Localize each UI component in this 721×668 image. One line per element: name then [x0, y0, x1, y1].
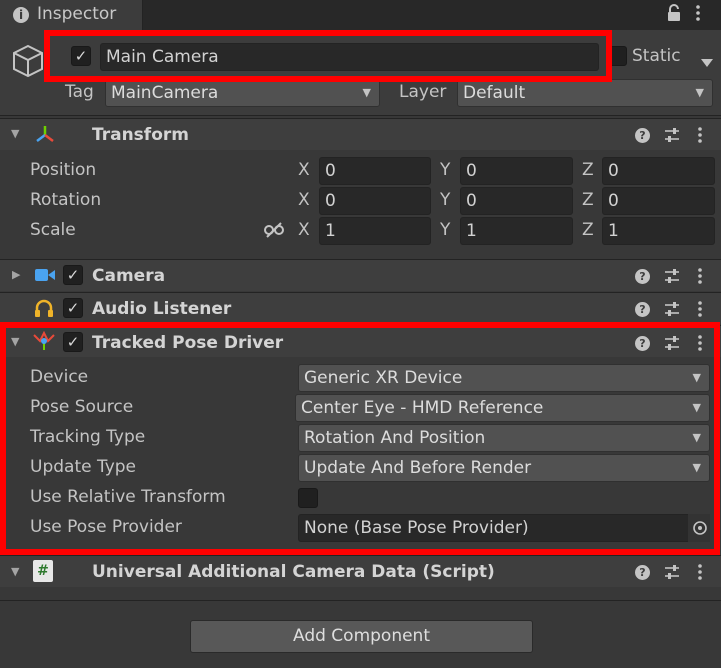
audio-listener-title: Audio Listener [92, 299, 232, 319]
scale-y-field[interactable]: 1 [460, 217, 573, 245]
layer-label: Layer [399, 82, 447, 102]
divider [0, 600, 721, 601]
help-icon[interactable]: ? [635, 565, 650, 580]
axis-z-label[interactable]: Z [582, 220, 594, 240]
foldout-expanded-icon[interactable]: ▼ [11, 565, 19, 578]
info-icon: i [13, 7, 29, 23]
rotation-label: Rotation [30, 190, 102, 210]
component-menu-icon[interactable] [698, 563, 702, 586]
presets-icon[interactable] [664, 301, 680, 322]
lock-icon[interactable] [667, 4, 681, 26]
axis-y-label[interactable]: Y [440, 160, 450, 180]
foldout-collapsed-icon[interactable]: ▶ [12, 268, 20, 281]
help-icon[interactable]: ? [635, 302, 650, 317]
axis-x-label[interactable]: X [298, 220, 310, 240]
rotation-x-field[interactable]: 0 [319, 187, 431, 215]
presets-icon[interactable] [664, 127, 680, 148]
presets-icon[interactable] [664, 564, 680, 585]
rotation-z-field[interactable]: 0 [602, 187, 715, 215]
tag-label: Tag [65, 82, 94, 102]
tab-menu-icon[interactable] [696, 4, 700, 26]
tracked-pose-driver-highlight-box [0, 322, 720, 555]
scale-z-field[interactable]: 1 [602, 217, 715, 245]
name-highlight-box [44, 30, 612, 82]
urp-camera-data-header[interactable]: ▼ # Universal Additional Camera Data (Sc… [0, 555, 721, 587]
scale-x-field[interactable]: 1 [319, 217, 431, 245]
chevron-down-icon: ▼ [695, 86, 704, 99]
axis-z-label[interactable]: Z [582, 160, 594, 180]
position-y-field[interactable]: 0 [460, 157, 573, 185]
audio-listener-enabled-checkbox[interactable]: ✓ [63, 298, 83, 318]
help-icon[interactable]: ? [635, 128, 650, 143]
add-component-button[interactable]: Add Component [190, 620, 533, 653]
inspector-tab-label: Inspector [37, 4, 117, 24]
axis-x-label[interactable]: X [298, 160, 310, 180]
axis-y-label[interactable]: Y [440, 190, 450, 210]
component-menu-icon[interactable] [698, 267, 702, 290]
scale-label: Scale [30, 220, 76, 240]
presets-icon[interactable] [664, 268, 680, 289]
position-label: Position [30, 160, 97, 180]
axis-z-label[interactable]: Z [582, 190, 594, 210]
inspector-tab[interactable]: i Inspector [0, 0, 143, 30]
foldout-expanded-icon[interactable]: ▼ [11, 127, 19, 140]
help-icon[interactable]: ? [635, 269, 650, 284]
camera-enabled-checkbox[interactable]: ✓ [63, 265, 83, 285]
layer-dropdown-value: Default [463, 83, 526, 103]
tag-dropdown[interactable]: MainCamera ▼ [105, 79, 380, 107]
gameobject-cube-icon [12, 44, 44, 83]
transform-header[interactable]: ▼ Transform ? [0, 118, 721, 150]
script-icon: # [33, 560, 53, 582]
position-x-field[interactable]: 0 [319, 157, 431, 185]
static-dropdown-arrow-icon[interactable] [701, 52, 713, 72]
static-label: Static [632, 46, 681, 66]
chevron-down-icon: ▼ [362, 86, 371, 99]
position-z-field[interactable]: 0 [602, 157, 715, 185]
camera-icon [34, 267, 56, 288]
headphones-icon [34, 298, 54, 323]
inspector-tabbar: i Inspector [0, 0, 721, 30]
camera-title: Camera [92, 266, 166, 286]
axis-x-label[interactable]: X [298, 190, 310, 210]
transform-icon [34, 124, 56, 149]
urp-camera-data-title: Universal Additional Camera Data (Script… [92, 562, 495, 582]
constrain-proportions-icon[interactable] [264, 221, 284, 244]
tag-dropdown-value: MainCamera [111, 83, 219, 103]
component-menu-icon[interactable] [698, 126, 702, 149]
rotation-y-field[interactable]: 0 [460, 187, 573, 215]
layer-dropdown[interactable]: Default ▼ [457, 79, 713, 107]
camera-header[interactable]: ▶ ✓ Camera ? [0, 259, 721, 291]
axis-y-label[interactable]: Y [440, 220, 450, 240]
transform-title: Transform [92, 125, 189, 145]
component-menu-icon[interactable] [698, 300, 702, 323]
audio-listener-header[interactable]: ✓ Audio Listener ? [0, 292, 721, 324]
